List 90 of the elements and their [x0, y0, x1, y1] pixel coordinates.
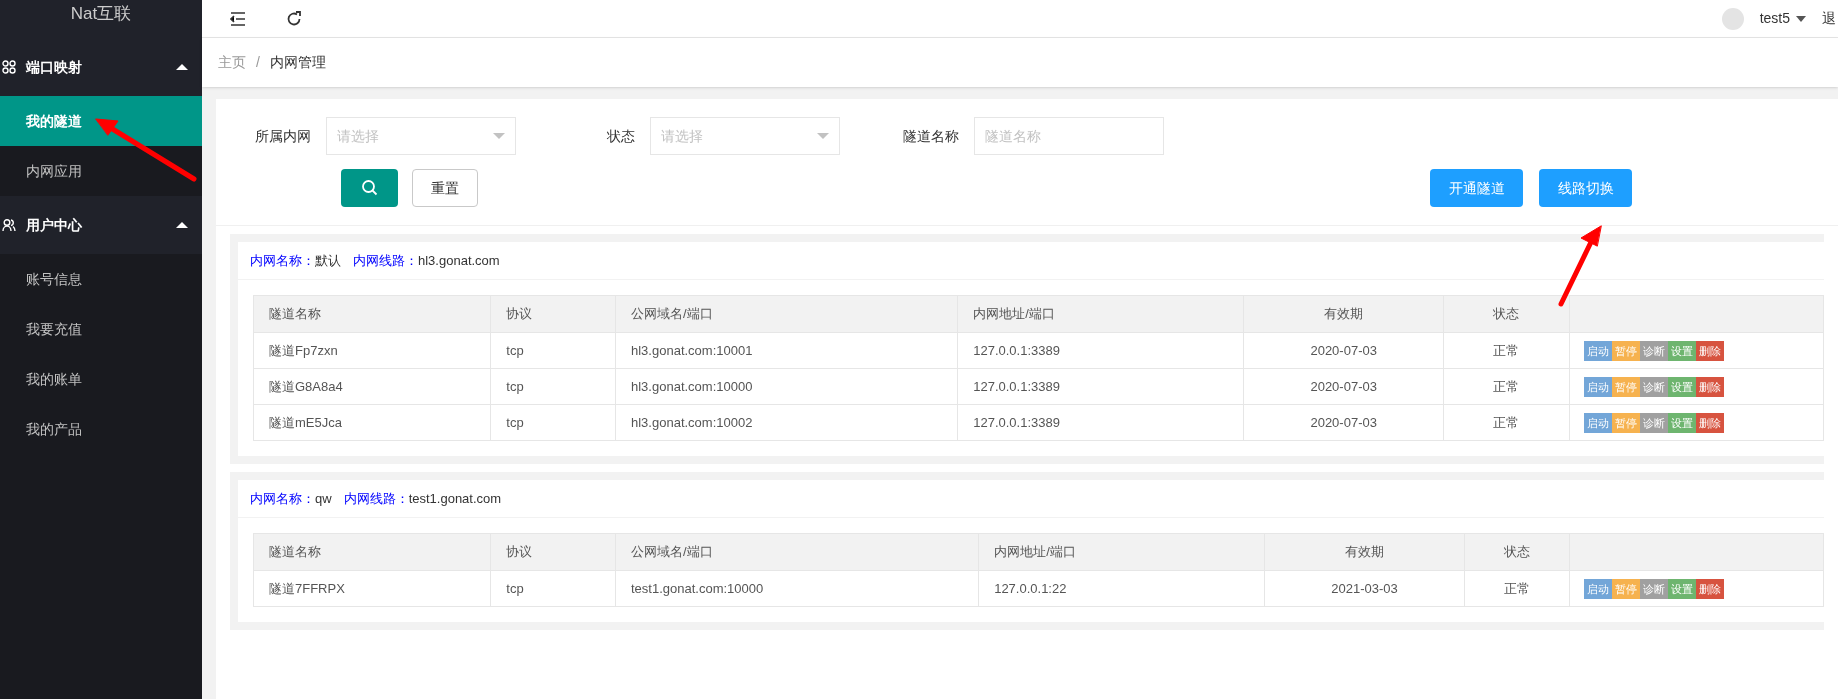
table-cell: 隧道G8A8a4	[253, 368, 491, 405]
row-action-button[interactable]: 暂停	[1611, 376, 1640, 397]
breadcrumb-link[interactable]: 主页	[218, 52, 246, 73]
row-action-button[interactable]: 启动	[1583, 578, 1612, 599]
column-header: 协议	[490, 295, 616, 333]
column-header: 隧道名称	[253, 295, 491, 333]
table-cell: 正常	[1443, 368, 1570, 405]
column-header: 状态	[1464, 533, 1570, 571]
table-cell: tcp	[490, 570, 616, 607]
table-cell: 2020-07-03	[1243, 404, 1444, 441]
row-action-button[interactable]: 诊断	[1639, 340, 1668, 361]
select-field[interactable]: 请选择	[326, 117, 516, 155]
row-action-button[interactable]: 启动	[1583, 412, 1612, 433]
column-header: 有效期	[1264, 533, 1465, 571]
menu-group[interactable]: 用户中心	[0, 196, 202, 254]
menu-icon[interactable]	[230, 11, 246, 26]
table-cell: 隧道7FFRPX	[253, 570, 491, 607]
filter-label: 隧道名称	[902, 126, 960, 146]
table-cell: test1.gonat.com:10000	[615, 570, 979, 607]
menu-item[interactable]: 账号信息	[0, 254, 202, 304]
row-action-button[interactable]: 诊断	[1639, 412, 1668, 433]
table-cell: 127.0.0.1:3389	[957, 404, 1244, 441]
table-cell: 2020-07-03	[1243, 332, 1444, 369]
dropdown-caret-icon	[817, 133, 829, 139]
table-cell: 127.0.0.1:3389	[957, 368, 1244, 405]
row-action-button[interactable]: 删除	[1695, 412, 1724, 433]
select-field[interactable]: 请选择	[650, 117, 840, 155]
table-cell: hl3.gonat.com:10001	[615, 332, 958, 369]
column-header: 状态	[1443, 295, 1570, 333]
table-cell: hl3.gonat.com:10000	[615, 368, 958, 405]
menu-item[interactable]: 内网应用	[0, 146, 202, 196]
menu-item[interactable]: 我的账单	[0, 354, 202, 404]
row-action-button[interactable]: 设置	[1667, 412, 1696, 433]
table-cell: hl3.gonat.com:10002	[615, 404, 958, 441]
table-cell: 正常	[1443, 332, 1570, 369]
table-cell: 正常	[1443, 404, 1570, 441]
row-action-button[interactable]: 删除	[1695, 376, 1724, 397]
breadcrumb-link[interactable]: 内网管理	[269, 52, 326, 73]
menu-item[interactable]: 我要充值	[0, 304, 202, 354]
row-action-button[interactable]: 设置	[1667, 340, 1696, 361]
column-header: 内网地址/端口	[978, 533, 1265, 571]
breadcrumb-separator: /	[256, 53, 260, 72]
table-cell: 2020-07-03	[1243, 368, 1444, 405]
table-cell: tcp	[490, 368, 616, 405]
menu-item[interactable]: 我的产品	[0, 404, 202, 454]
primary-button[interactable]: 线路切换	[1539, 169, 1632, 207]
row-action-button[interactable]: 暂停	[1611, 412, 1640, 433]
column-header: 公网域名/端口	[615, 295, 958, 333]
filter-label: 所属内网	[254, 126, 312, 146]
column-header: 公网域名/端口	[615, 533, 979, 571]
row-action-button[interactable]: 删除	[1695, 340, 1724, 361]
reset-button[interactable]: 重置	[412, 169, 478, 207]
table-cell: 正常	[1464, 570, 1570, 607]
table-cell: 隧道mE5Jca	[253, 404, 491, 441]
column-header: 内网地址/端口	[957, 295, 1244, 333]
command-icon	[2, 60, 16, 74]
dropdown-caret-icon	[493, 133, 505, 139]
row-action-button[interactable]: 启动	[1583, 376, 1612, 397]
menu-group[interactable]: 端口映射	[0, 38, 202, 96]
caret-icon	[1796, 15, 1806, 22]
table-cell: tcp	[490, 332, 616, 369]
menu-item[interactable]: 我的隧道	[0, 96, 202, 146]
row-action-button[interactable]: 暂停	[1611, 340, 1640, 361]
refresh-icon[interactable]	[286, 10, 302, 27]
row-action-button[interactable]: 诊断	[1639, 376, 1668, 397]
row-action-button[interactable]: 启动	[1583, 340, 1612, 361]
column-header: 隧道名称	[253, 533, 491, 571]
network-info: 内网名称：qw 内网线路：test1.gonat.com	[250, 489, 502, 508]
row-action-button[interactable]: 诊断	[1639, 578, 1668, 599]
primary-button[interactable]: 开通隧道	[1430, 169, 1523, 207]
table-cell: tcp	[490, 404, 616, 441]
input-field[interactable]: 隧道名称	[974, 117, 1164, 155]
filter-label: 状态	[606, 126, 636, 146]
row-action-button[interactable]: 设置	[1667, 578, 1696, 599]
user-name[interactable]: test5	[1759, 8, 1790, 29]
table-cell: 2021-03-03	[1264, 570, 1465, 607]
network-info: 内网名称：默认 内网线路：hl3.gonat.com	[250, 251, 500, 270]
logout-link[interactable]: 退	[1822, 8, 1836, 29]
table-cell: 127.0.0.1:22	[978, 570, 1265, 607]
table-cell: 隧道Fp7zxn	[253, 332, 491, 369]
search-icon	[360, 179, 379, 197]
row-action-button[interactable]: 删除	[1695, 578, 1724, 599]
search-button[interactable]	[341, 169, 398, 207]
column-header: 协议	[490, 533, 616, 571]
table-cell: 127.0.0.1:3389	[957, 332, 1244, 369]
logo-text: Nat互联	[70, 3, 132, 25]
row-action-button[interactable]: 暂停	[1611, 578, 1640, 599]
row-action-button[interactable]: 设置	[1667, 376, 1696, 397]
users-icon	[2, 218, 16, 232]
column-header: 有效期	[1243, 295, 1444, 333]
